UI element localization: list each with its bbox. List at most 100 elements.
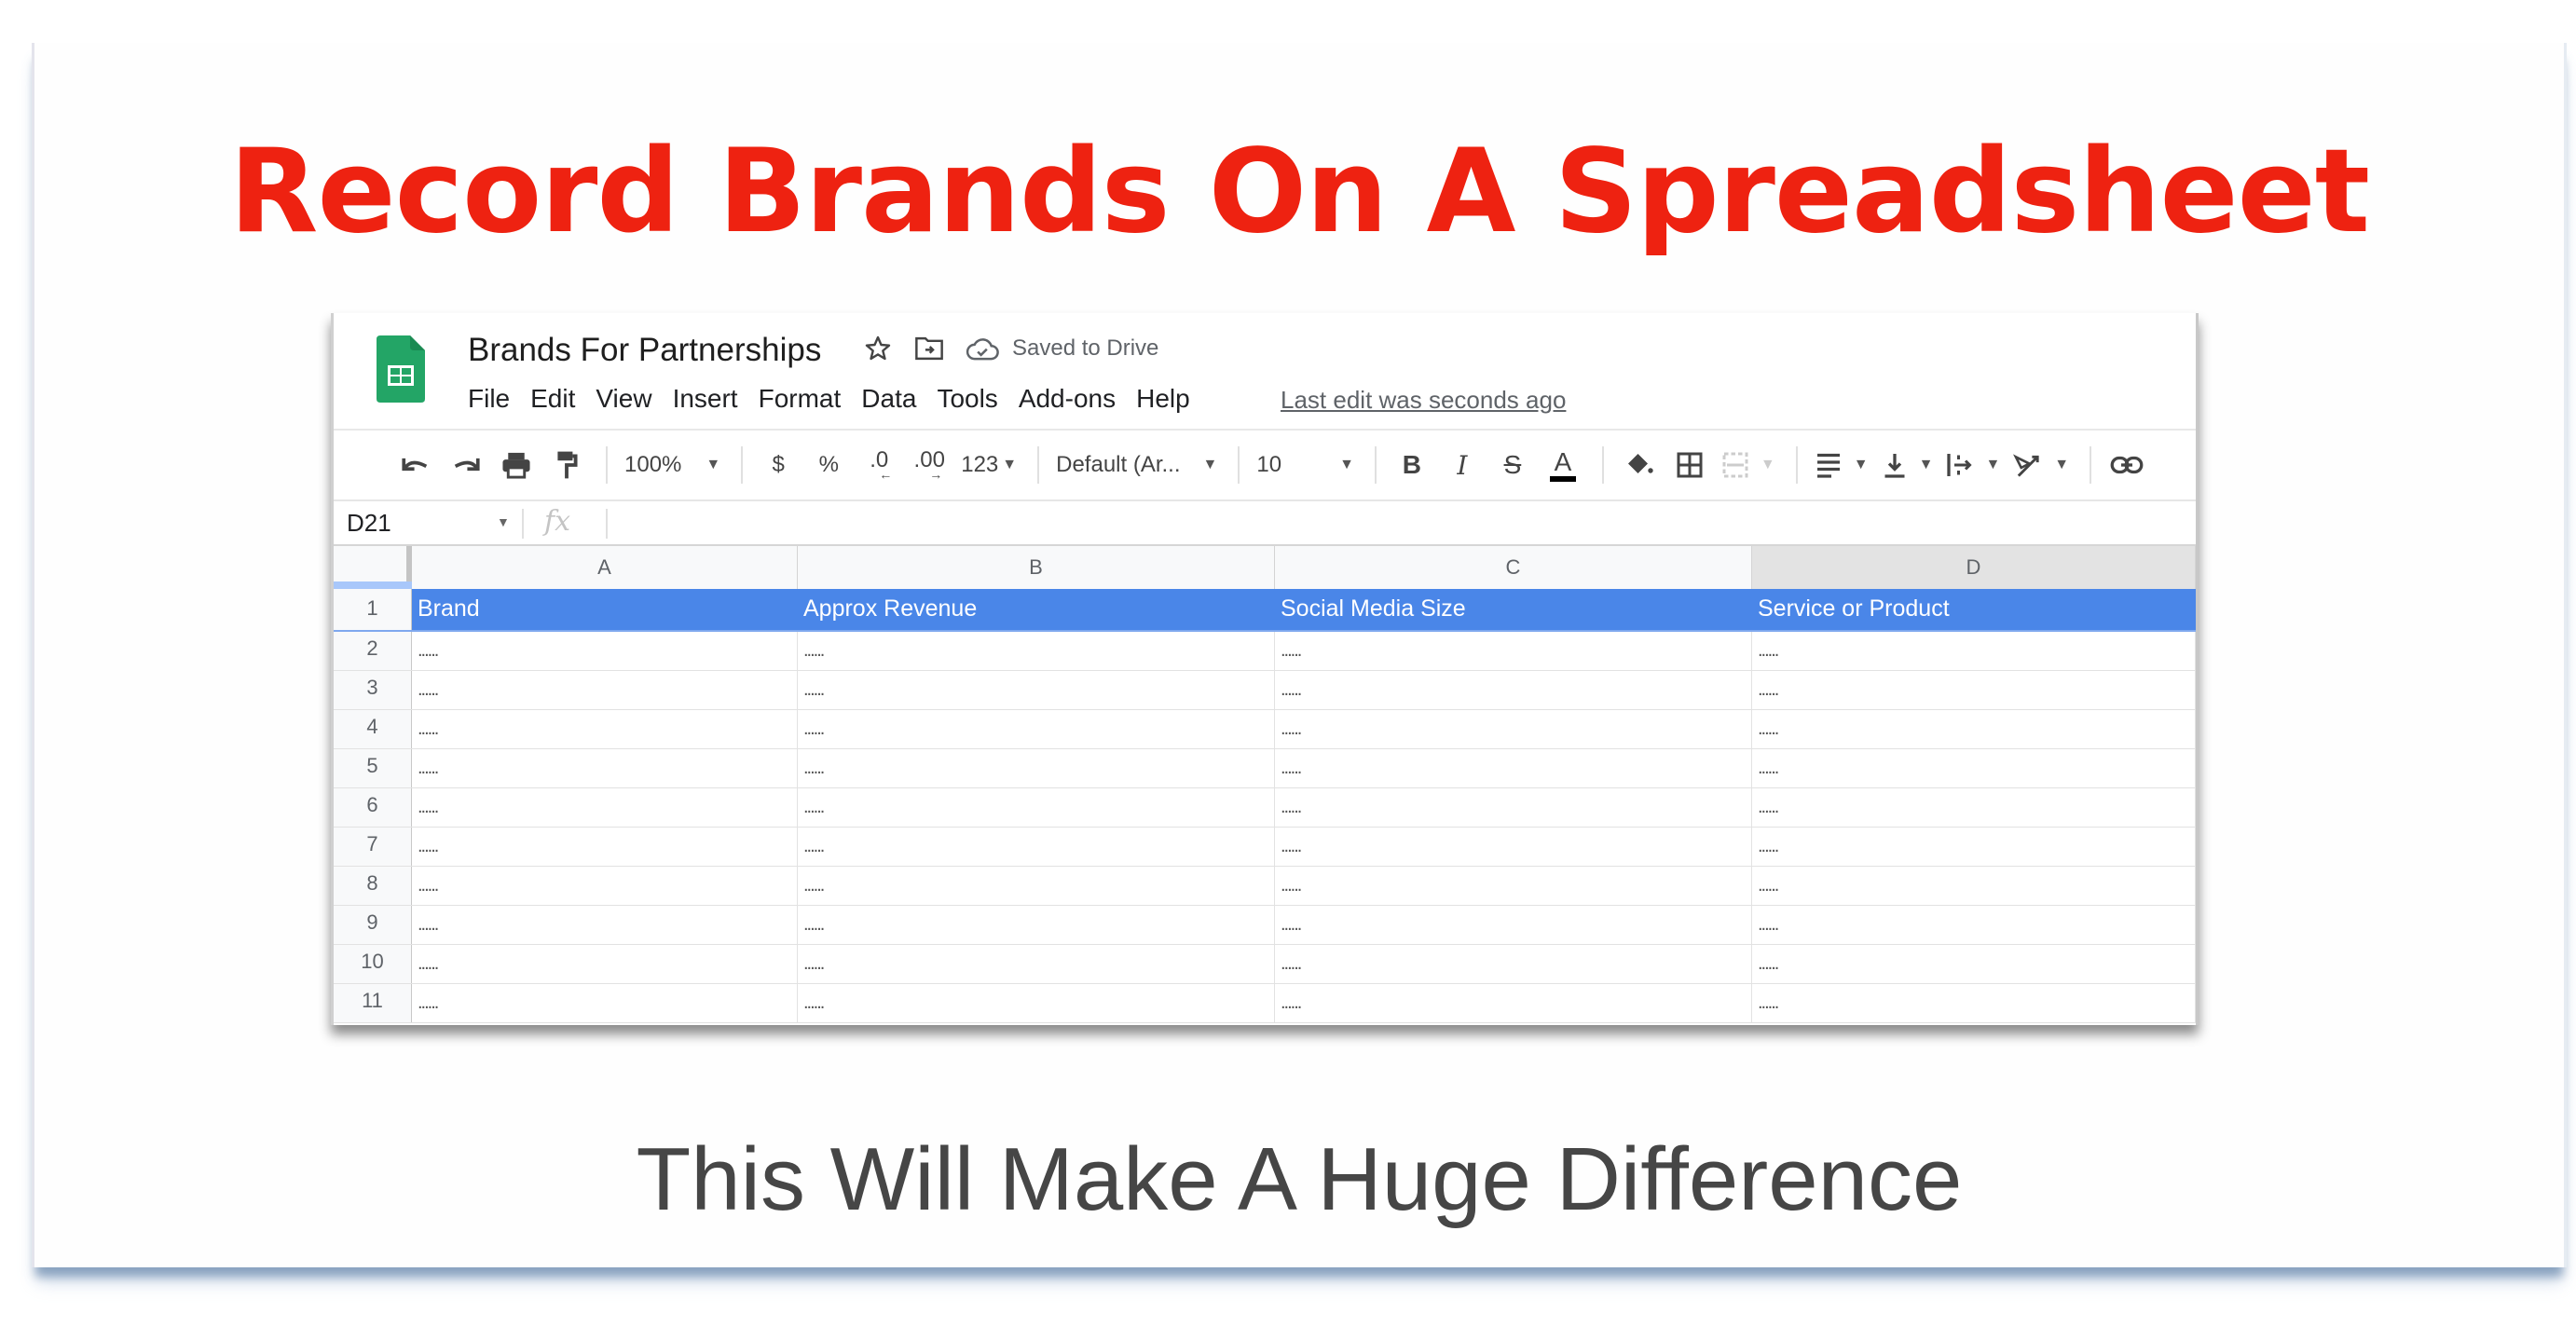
- cell-social-media-size[interactable]: ......: [1275, 749, 1752, 787]
- document-title[interactable]: Brands For Partnerships: [468, 332, 821, 369]
- header-cell-service-or-product[interactable]: Service or Product: [1752, 589, 2196, 630]
- row-number[interactable]: 7: [334, 828, 412, 866]
- cell-approx-revenue[interactable]: ......: [798, 945, 1275, 983]
- more-formats-button[interactable]: 123 ▼: [961, 445, 1017, 486]
- text-color-button[interactable]: A: [1544, 445, 1582, 486]
- cell-social-media-size[interactable]: ......: [1275, 984, 1752, 1022]
- cell-approx-revenue[interactable]: ......: [798, 867, 1275, 905]
- decrease-decimal-button[interactable]: .0 ←: [860, 445, 897, 486]
- menu-insert[interactable]: Insert: [673, 384, 738, 414]
- cell-service-or-product[interactable]: ......: [1752, 788, 2196, 827]
- menu-format[interactable]: Format: [759, 384, 842, 414]
- cell-social-media-size[interactable]: ......: [1275, 906, 1752, 944]
- row-number[interactable]: 4: [334, 710, 412, 748]
- cell-service-or-product[interactable]: ......: [1752, 984, 2196, 1022]
- star-icon[interactable]: [863, 334, 893, 363]
- cell-approx-revenue[interactable]: ......: [798, 906, 1275, 944]
- currency-format-button[interactable]: $: [760, 445, 797, 486]
- merge-cells-button[interactable]: ▼: [1721, 445, 1775, 486]
- row-number[interactable]: 10: [334, 945, 412, 983]
- cell-brand[interactable]: ......: [412, 632, 798, 670]
- row-number[interactable]: 6: [334, 788, 412, 827]
- redo-button[interactable]: [447, 445, 485, 486]
- cell-brand[interactable]: ......: [412, 710, 798, 748]
- header-cell-brand[interactable]: Brand: [412, 589, 798, 630]
- menu-tools[interactable]: Tools: [937, 384, 997, 414]
- frozen-row-handle[interactable]: [334, 581, 412, 589]
- text-rotation-button[interactable]: ▼: [2013, 445, 2069, 486]
- name-box[interactable]: D21: [347, 509, 391, 538]
- borders-button[interactable]: [1671, 445, 1708, 486]
- strikethrough-button[interactable]: S: [1494, 445, 1531, 486]
- cell-approx-revenue[interactable]: ......: [798, 788, 1275, 827]
- cell-brand[interactable]: ......: [412, 749, 798, 787]
- cell-brand[interactable]: ......: [412, 867, 798, 905]
- cell-brand[interactable]: ......: [412, 828, 798, 866]
- font-family-select[interactable]: Default (Ar... ▼: [1056, 445, 1217, 486]
- chevron-down-icon[interactable]: ▼: [497, 514, 510, 529]
- header-cell-social-media-size[interactable]: Social Media Size: [1275, 589, 1752, 630]
- menu-help[interactable]: Help: [1136, 384, 1190, 414]
- menu-view[interactable]: View: [596, 384, 651, 414]
- row-number[interactable]: 3: [334, 671, 412, 709]
- cell-service-or-product[interactable]: ......: [1752, 906, 2196, 944]
- text-wrapping-button[interactable]: ▼: [1946, 445, 2000, 486]
- cell-brand[interactable]: ......: [412, 906, 798, 944]
- row-number[interactable]: 9: [334, 906, 412, 944]
- cell-approx-revenue[interactable]: ......: [798, 749, 1275, 787]
- cell-service-or-product[interactable]: ......: [1752, 671, 2196, 709]
- zoom-select[interactable]: 100% ▼: [624, 445, 720, 486]
- column-header-d[interactable]: D: [1752, 546, 2196, 589]
- cell-social-media-size[interactable]: ......: [1275, 945, 1752, 983]
- cell-social-media-size[interactable]: ......: [1275, 671, 1752, 709]
- bold-button[interactable]: B: [1393, 445, 1431, 486]
- cell-service-or-product[interactable]: ......: [1752, 867, 2196, 905]
- cell-social-media-size[interactable]: ......: [1275, 788, 1752, 827]
- cell-approx-revenue[interactable]: ......: [798, 984, 1275, 1022]
- last-edit-link[interactable]: Last edit was seconds ago: [1281, 386, 1566, 415]
- column-header-b[interactable]: B: [798, 546, 1275, 589]
- horizontal-align-button[interactable]: ▼: [1815, 445, 1869, 486]
- row-number[interactable]: 2: [334, 632, 412, 670]
- row-number[interactable]: 1: [334, 589, 412, 630]
- undo-button[interactable]: [397, 445, 434, 486]
- paint-format-button[interactable]: [548, 445, 585, 486]
- cell-service-or-product[interactable]: ......: [1752, 710, 2196, 748]
- row-number[interactable]: 8: [334, 867, 412, 905]
- fill-color-button[interactable]: [1621, 445, 1658, 486]
- cell-brand[interactable]: ......: [412, 984, 798, 1022]
- sheets-logo-icon[interactable]: [377, 335, 425, 403]
- column-header-a[interactable]: A: [412, 546, 798, 589]
- menu-data[interactable]: Data: [861, 384, 916, 414]
- cell-social-media-size[interactable]: ......: [1275, 710, 1752, 748]
- insert-link-button[interactable]: [2108, 445, 2145, 486]
- menu-edit[interactable]: Edit: [530, 384, 575, 414]
- cell-brand[interactable]: ......: [412, 945, 798, 983]
- cell-social-media-size[interactable]: ......: [1275, 867, 1752, 905]
- cell-approx-revenue[interactable]: ......: [798, 671, 1275, 709]
- increase-decimal-button[interactable]: .00 →: [911, 445, 948, 486]
- cell-brand[interactable]: ......: [412, 788, 798, 827]
- font-size-select[interactable]: 10 ▼: [1256, 445, 1354, 486]
- menu-add-ons[interactable]: Add-ons: [1019, 384, 1116, 414]
- vertical-align-button[interactable]: ▼: [1882, 445, 1933, 486]
- cell-service-or-product[interactable]: ......: [1752, 632, 2196, 670]
- menu-file[interactable]: File: [468, 384, 510, 414]
- cell-service-or-product[interactable]: ......: [1752, 828, 2196, 866]
- column-header-c[interactable]: C: [1275, 546, 1752, 589]
- formula-input[interactable]: [613, 509, 2196, 539]
- cell-social-media-size[interactable]: ......: [1275, 632, 1752, 670]
- cell-brand[interactable]: ......: [412, 671, 798, 709]
- move-to-folder-icon[interactable]: [913, 335, 945, 363]
- cell-service-or-product[interactable]: ......: [1752, 945, 2196, 983]
- row-number[interactable]: 5: [334, 749, 412, 787]
- header-cell-approx-revenue[interactable]: Approx Revenue: [798, 589, 1275, 630]
- percent-format-button[interactable]: %: [810, 445, 847, 486]
- cell-approx-revenue[interactable]: ......: [798, 828, 1275, 866]
- cell-approx-revenue[interactable]: ......: [798, 632, 1275, 670]
- row-number[interactable]: 11: [334, 984, 412, 1022]
- cell-approx-revenue[interactable]: ......: [798, 710, 1275, 748]
- print-button[interactable]: [498, 445, 535, 486]
- italic-button[interactable]: I: [1444, 445, 1481, 486]
- cell-service-or-product[interactable]: ......: [1752, 749, 2196, 787]
